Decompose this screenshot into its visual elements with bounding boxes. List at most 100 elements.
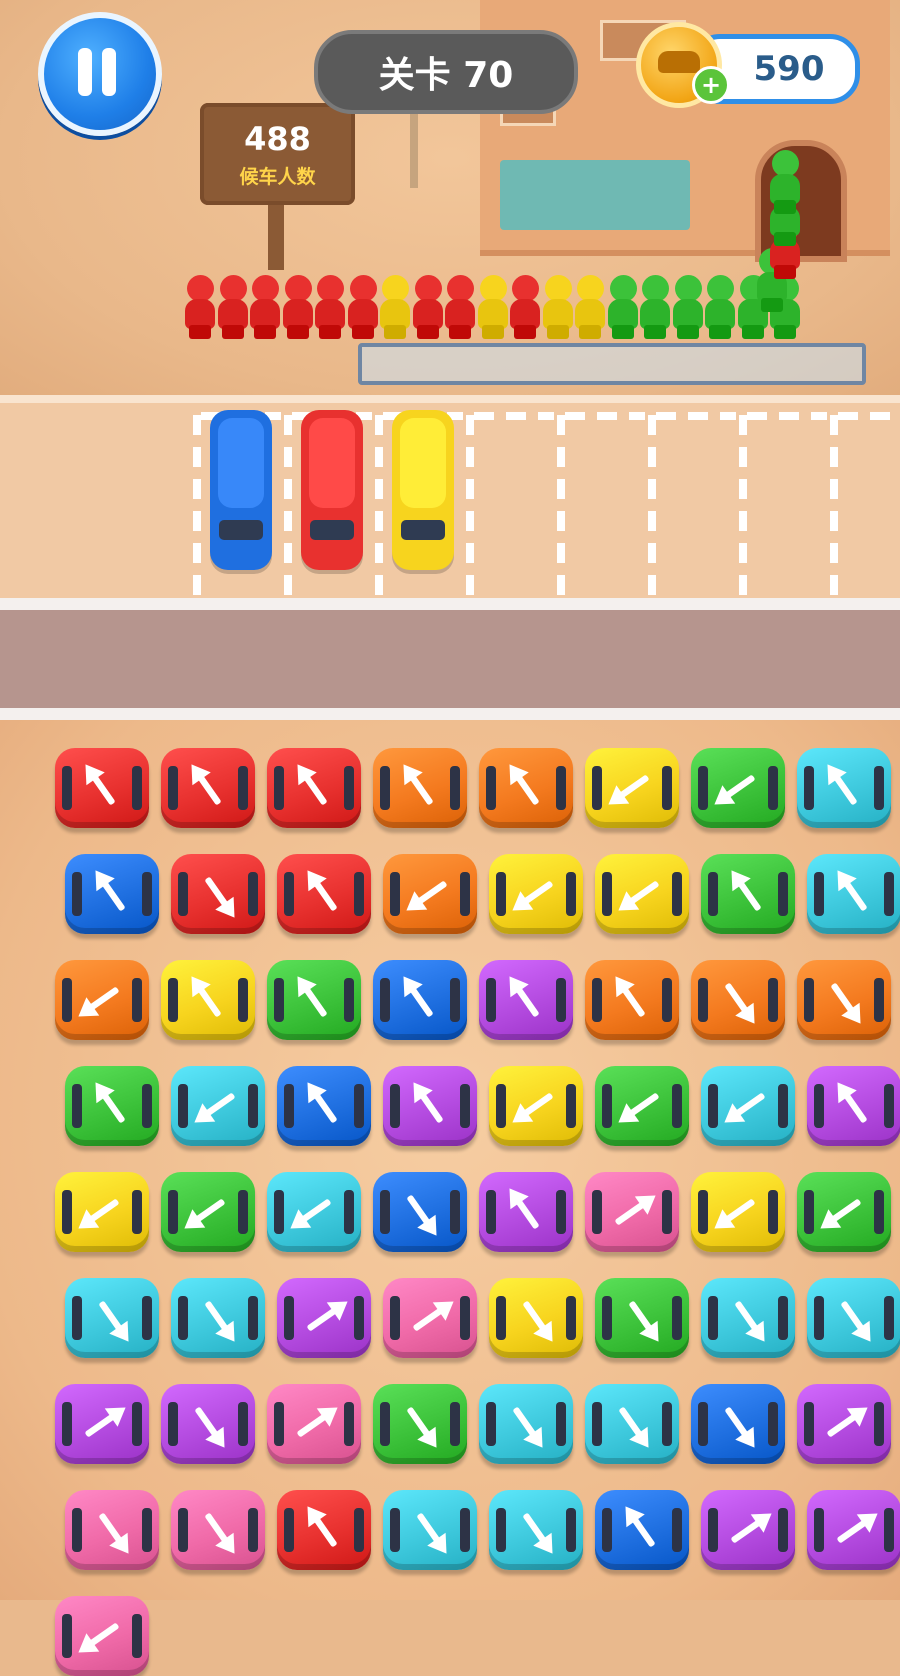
parking-line — [466, 415, 474, 595]
road-curb — [0, 598, 900, 610]
car-blue-down[interactable] — [691, 1384, 785, 1464]
direction-arrow-icon — [837, 870, 867, 911]
direction-arrow-icon — [725, 1407, 755, 1448]
car-orange-left[interactable] — [383, 854, 477, 934]
car-pink-left[interactable] — [55, 1596, 149, 1676]
car-pink-right[interactable] — [383, 1278, 477, 1358]
car-cyan-up[interactable] — [807, 854, 900, 934]
car-cyan-down[interactable] — [489, 1490, 583, 1570]
passenger-yellow — [541, 275, 575, 341]
car-pink-down[interactable] — [171, 1490, 265, 1570]
direction-arrow-icon — [307, 870, 337, 911]
car-orange-down[interactable] — [691, 960, 785, 1040]
waiting-count-label: 候车人数 — [239, 165, 316, 188]
car-green-up[interactable] — [267, 960, 361, 1040]
car-yellow-left[interactable] — [489, 854, 583, 934]
passenger-red — [183, 275, 217, 341]
car-yellow-left[interactable] — [489, 1066, 583, 1146]
car-yellow-down[interactable] — [489, 1278, 583, 1358]
pause-button[interactable] — [38, 12, 162, 136]
direction-arrow-icon — [194, 1093, 235, 1123]
car-pink-down[interactable] — [65, 1490, 159, 1570]
car-purple-up[interactable] — [479, 1172, 573, 1252]
car-purple-up[interactable] — [479, 960, 573, 1040]
car-green-left[interactable] — [595, 1066, 689, 1146]
direction-arrow-icon — [78, 987, 119, 1017]
car-yellow-up[interactable] — [161, 960, 255, 1040]
passenger-red — [508, 275, 542, 341]
car-red-up[interactable] — [277, 854, 371, 934]
direction-arrow-icon — [78, 1199, 119, 1229]
car-blue-up[interactable] — [65, 854, 159, 934]
direction-arrow-icon — [95, 870, 125, 911]
car-green-up[interactable] — [65, 1066, 159, 1146]
direction-arrow-icon — [413, 1082, 443, 1123]
car-cyan-down[interactable] — [383, 1490, 477, 1570]
car-purple-up[interactable] — [807, 1066, 900, 1146]
car-cyan-down[interactable] — [585, 1384, 679, 1464]
passenger-green — [671, 275, 705, 341]
passenger-green — [703, 275, 737, 341]
car-red-up[interactable] — [267, 748, 361, 828]
car-cyan-left[interactable] — [171, 1066, 265, 1146]
seated-passengers — [309, 418, 355, 508]
car-orange-left[interactable] — [55, 960, 149, 1040]
car-blue-down[interactable] — [373, 1172, 467, 1252]
car-orange-down[interactable] — [797, 960, 891, 1040]
parking-line — [565, 412, 645, 420]
car-pink-right[interactable] — [585, 1172, 679, 1252]
direction-arrow-icon — [297, 976, 327, 1017]
car-purple-right[interactable] — [277, 1278, 371, 1358]
direction-arrow-icon — [195, 1407, 225, 1448]
direction-arrow-icon — [297, 1407, 338, 1437]
car-orange-up[interactable] — [585, 960, 679, 1040]
car-green-left[interactable] — [797, 1172, 891, 1252]
car-cyan-down[interactable] — [701, 1278, 795, 1358]
car-yellow-left[interactable] — [691, 1172, 785, 1252]
car-green-left[interactable] — [161, 1172, 255, 1252]
car-purple-right[interactable] — [807, 1490, 900, 1570]
car-yellow-left[interactable] — [595, 854, 689, 934]
car-yellow-left[interactable] — [55, 1172, 149, 1252]
car-cyan-up[interactable] — [797, 748, 891, 828]
car-red-up[interactable] — [161, 748, 255, 828]
car-cyan-left[interactable] — [701, 1066, 795, 1146]
car-orange-up[interactable] — [373, 748, 467, 828]
car-green-left[interactable] — [691, 748, 785, 828]
direction-arrow-icon — [307, 1301, 348, 1331]
car-cyan-down[interactable] — [171, 1278, 265, 1358]
direction-arrow-icon — [615, 976, 645, 1017]
car-purple-down[interactable] — [161, 1384, 255, 1464]
road — [0, 610, 900, 708]
car-pink-right[interactable] — [267, 1384, 361, 1464]
car-cyan-left[interactable] — [267, 1172, 361, 1252]
car-blue-up[interactable] — [373, 960, 467, 1040]
car-blue-up[interactable] — [595, 1490, 689, 1570]
car-purple-right[interactable] — [55, 1384, 149, 1464]
car-cyan-down[interactable] — [479, 1384, 573, 1464]
car-green-up[interactable] — [701, 854, 795, 934]
car-yellow-left[interactable] — [585, 748, 679, 828]
car-red-down[interactable] — [171, 854, 265, 934]
direction-arrow-icon — [837, 1082, 867, 1123]
passenger-red — [313, 275, 347, 341]
car-blue-up[interactable] — [277, 1066, 371, 1146]
car-purple-right[interactable] — [797, 1384, 891, 1464]
car-red-up[interactable] — [277, 1490, 371, 1570]
car-green-down[interactable] — [595, 1278, 689, 1358]
car-purple-right[interactable] — [701, 1490, 795, 1570]
car-green-down[interactable] — [373, 1384, 467, 1464]
car-cyan-down[interactable] — [65, 1278, 159, 1358]
direction-arrow-icon — [827, 764, 857, 805]
car-orange-up[interactable] — [479, 748, 573, 828]
direction-arrow-icon — [191, 976, 221, 1017]
passenger-red — [248, 275, 282, 341]
car-purple-up[interactable] — [383, 1066, 477, 1146]
car-cyan-down[interactable] — [807, 1278, 900, 1358]
add-coins-button[interactable]: + — [692, 66, 730, 104]
direction-arrow-icon — [608, 775, 649, 805]
car-red-up[interactable] — [55, 748, 149, 828]
direction-arrow-icon — [406, 881, 447, 911]
direction-arrow-icon — [191, 764, 221, 805]
parking-line — [284, 415, 292, 595]
